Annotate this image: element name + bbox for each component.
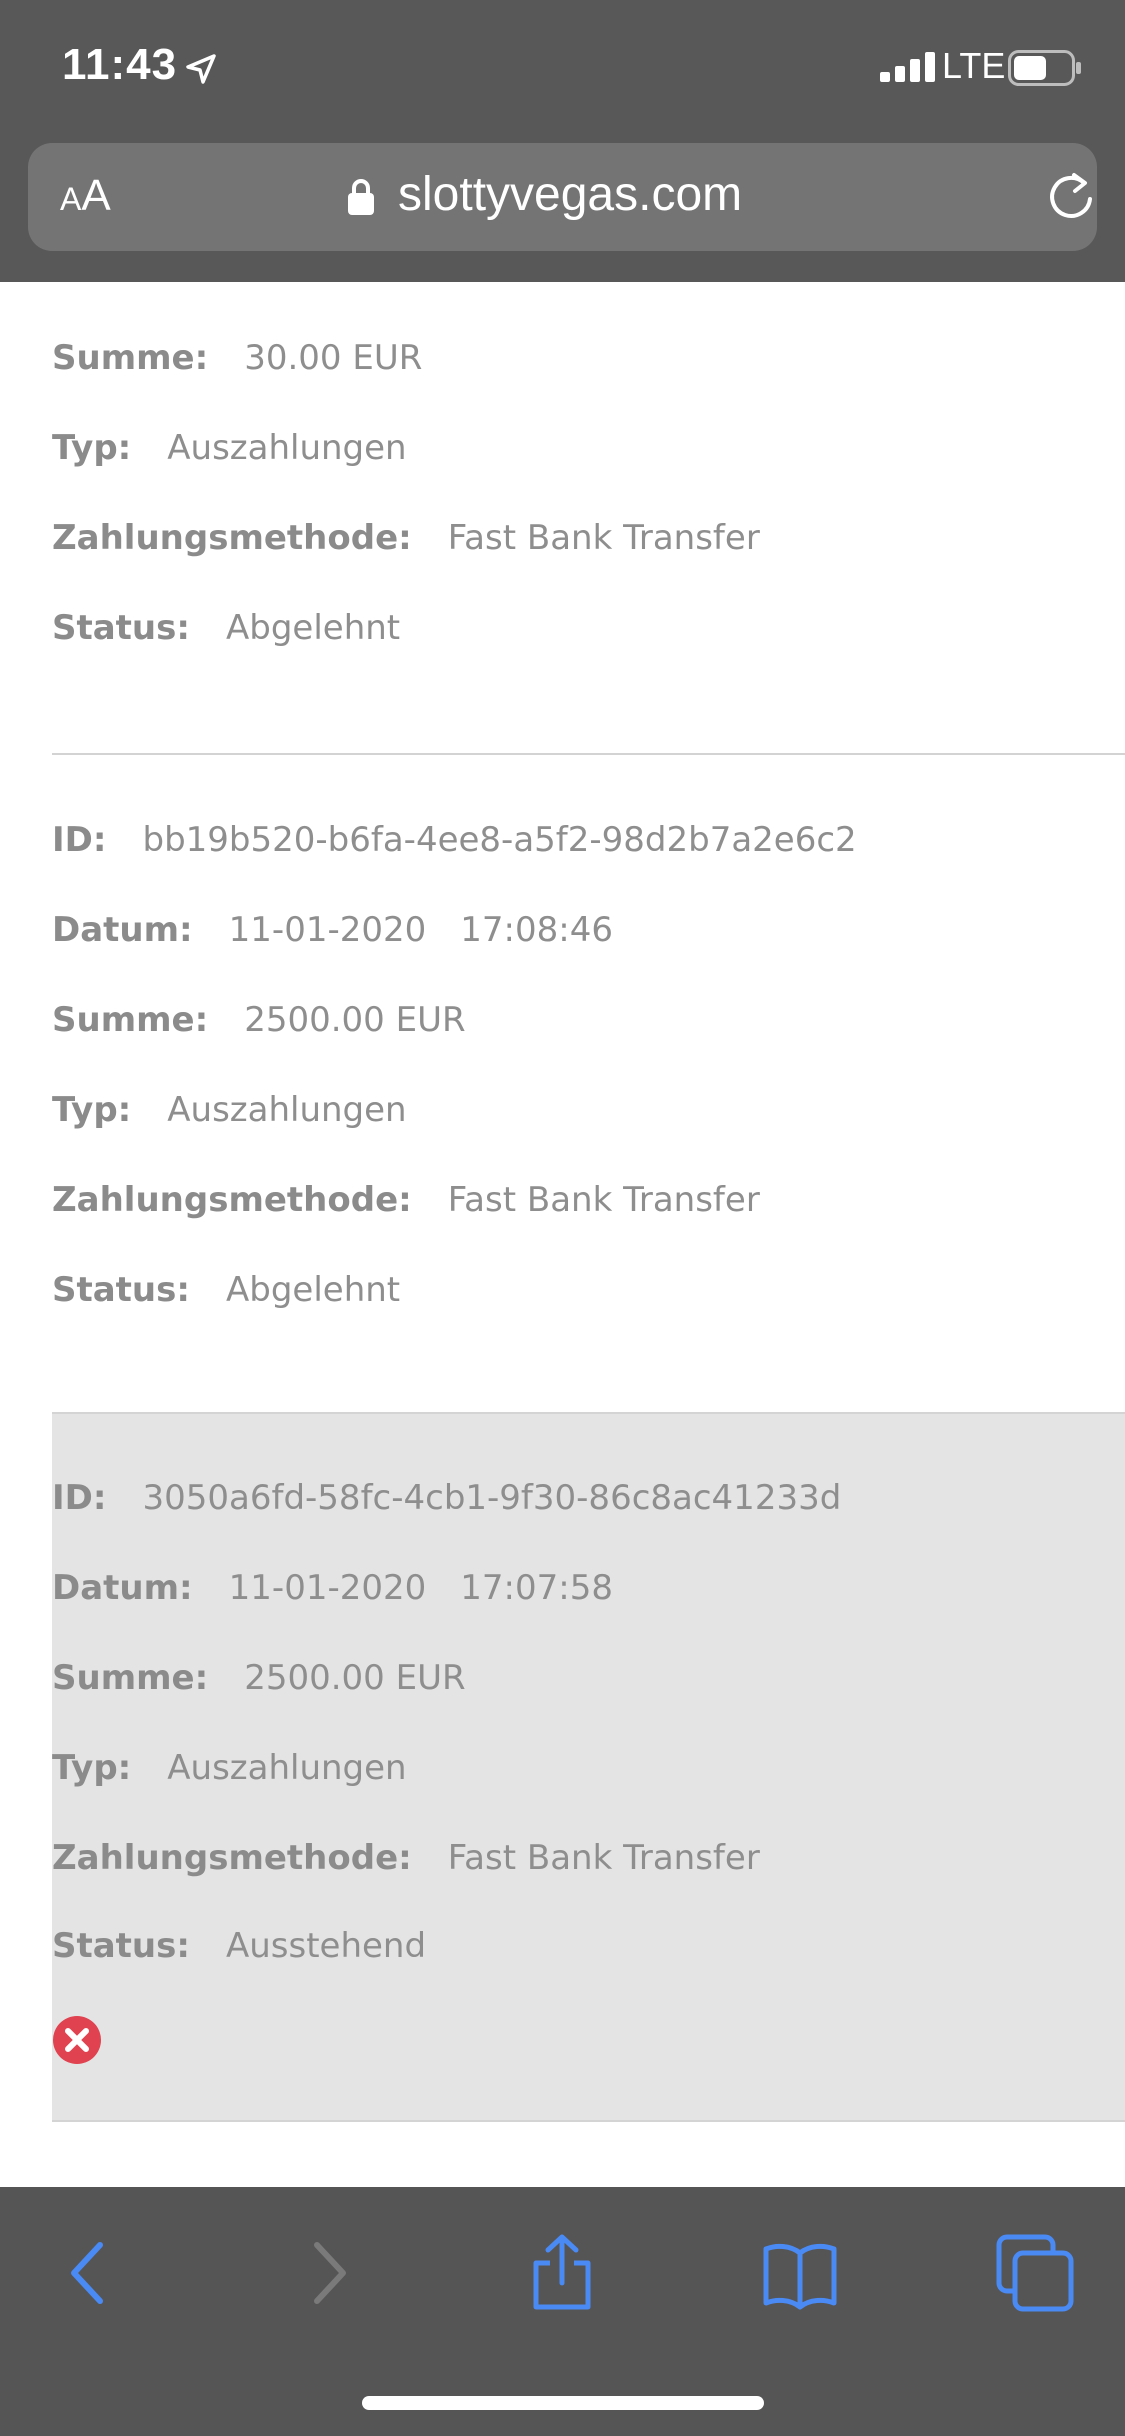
home-indicator[interactable] — [362, 2396, 764, 2410]
type-value: Auszahlungen — [167, 1748, 407, 1788]
location-arrow-icon — [186, 54, 216, 84]
forward-chevron-icon[interactable] — [285, 2233, 365, 2313]
share-icon[interactable] — [522, 2233, 602, 2313]
amount-value: 30.00 EUR — [244, 338, 423, 378]
transaction-divider — [52, 753, 1125, 755]
transaction-3-id-row: ID: 3050a6fd-58fc-4cb1-9f30-86c8ac41233d — [52, 1478, 841, 1518]
transaction-1-amount-row: Summe: 30.00 EUR — [52, 338, 422, 378]
transaction-3-method-row: Zahlungsmethode: Fast Bank Transfer — [52, 1838, 760, 1878]
cellular-signal-icon — [880, 52, 935, 82]
date-label: Datum: — [52, 910, 193, 950]
status-label: Status: — [52, 1270, 190, 1310]
browser-top-chrome: 11:43 LTE AA slottyvegas.com — [0, 0, 1125, 282]
transaction-2-method-row: Zahlungsmethode: Fast Bank Transfer — [52, 1180, 760, 1220]
method-value: Fast Bank Transfer — [447, 518, 760, 558]
amount-label: Summe: — [52, 1658, 209, 1698]
method-value: Fast Bank Transfer — [447, 1180, 760, 1220]
method-label: Zahlungsmethode: — [52, 518, 412, 558]
transaction-1-type-row: Typ: Auszahlungen — [52, 428, 407, 468]
type-label: Typ: — [52, 1748, 132, 1788]
status-bar: 11:43 LTE — [0, 0, 1125, 135]
time-value: 17:07:58 — [460, 1568, 613, 1608]
url-bar[interactable]: AA slottyvegas.com — [28, 143, 1097, 251]
battery-icon — [1008, 50, 1081, 86]
transaction-3-status-row: Status: Ausstehend — [52, 1926, 426, 1966]
text-size-button[interactable]: AA — [60, 171, 111, 221]
method-value: Fast Bank Transfer — [447, 1838, 760, 1878]
status-value: Abgelehnt — [225, 608, 401, 648]
transaction-3-amount-row: Summe: 2500.00 EUR — [52, 1658, 466, 1698]
status-label: Status: — [52, 608, 190, 648]
amount-label: Summe: — [52, 338, 209, 378]
transaction-2-date-row: Datum: 11-01-2020 17:08:46 — [52, 910, 613, 950]
status-time: 11:43 — [62, 40, 178, 89]
transaction-3-type-row: Typ: Auszahlungen — [52, 1748, 407, 1788]
transaction-1-method-row: Zahlungsmethode: Fast Bank Transfer — [52, 518, 760, 558]
time-value: 17:08:46 — [460, 910, 613, 950]
id-label: ID: — [52, 820, 107, 860]
method-label: Zahlungsmethode: — [52, 1838, 412, 1878]
transaction-1-status-row: Status: Abgelehnt — [52, 608, 400, 648]
bookmarks-book-icon[interactable] — [760, 2233, 840, 2313]
id-label: ID: — [52, 1478, 107, 1518]
date-value: 11-01-2020 — [228, 1568, 427, 1608]
amount-value: 2500.00 EUR — [244, 1000, 466, 1040]
cancel-x-icon[interactable] — [52, 2015, 102, 2065]
back-chevron-icon[interactable] — [52, 2233, 132, 2313]
method-label: Zahlungsmethode: — [52, 1180, 412, 1220]
transaction-2-type-row: Typ: Auszahlungen — [52, 1090, 407, 1130]
transaction-3-date-row: Datum: 11-01-2020 17:07:58 — [52, 1568, 613, 1608]
status-value: Abgelehnt — [225, 1270, 401, 1310]
lock-icon — [348, 179, 374, 215]
page-content: Summe: 30.00 EUR Typ: Auszahlungen Zahlung… — [0, 0, 1125, 2436]
type-value: Auszahlungen — [167, 428, 407, 468]
id-value: bb19b520-b6fa-4ee8-a5f2-98d2b7a2e6c2 — [142, 820, 857, 860]
type-label: Typ: — [52, 428, 132, 468]
transaction-2-amount-row: Summe: 2500.00 EUR — [52, 1000, 466, 1040]
id-value: 3050a6fd-58fc-4cb1-9f30-86c8ac41233d — [142, 1478, 842, 1518]
status-value: Ausstehend — [225, 1926, 427, 1966]
url-text[interactable]: slottyvegas.com — [398, 167, 742, 222]
status-label: Status: — [52, 1926, 190, 1966]
reload-icon[interactable] — [1044, 169, 1098, 225]
type-value: Auszahlungen — [167, 1090, 407, 1130]
transaction-2-id-row: ID: bb19b520-b6fa-4ee8-a5f2-98d2b7a2e6c2 — [52, 820, 857, 860]
tabs-icon[interactable] — [995, 2233, 1075, 2313]
amount-label: Summe: — [52, 1000, 209, 1040]
network-label: LTE — [942, 45, 1006, 86]
date-value: 11-01-2020 — [228, 910, 427, 950]
date-label: Datum: — [52, 1568, 193, 1608]
transaction-2-status-row: Status: Abgelehnt — [52, 1270, 400, 1310]
amount-value: 2500.00 EUR — [244, 1658, 466, 1698]
type-label: Typ: — [52, 1090, 132, 1130]
